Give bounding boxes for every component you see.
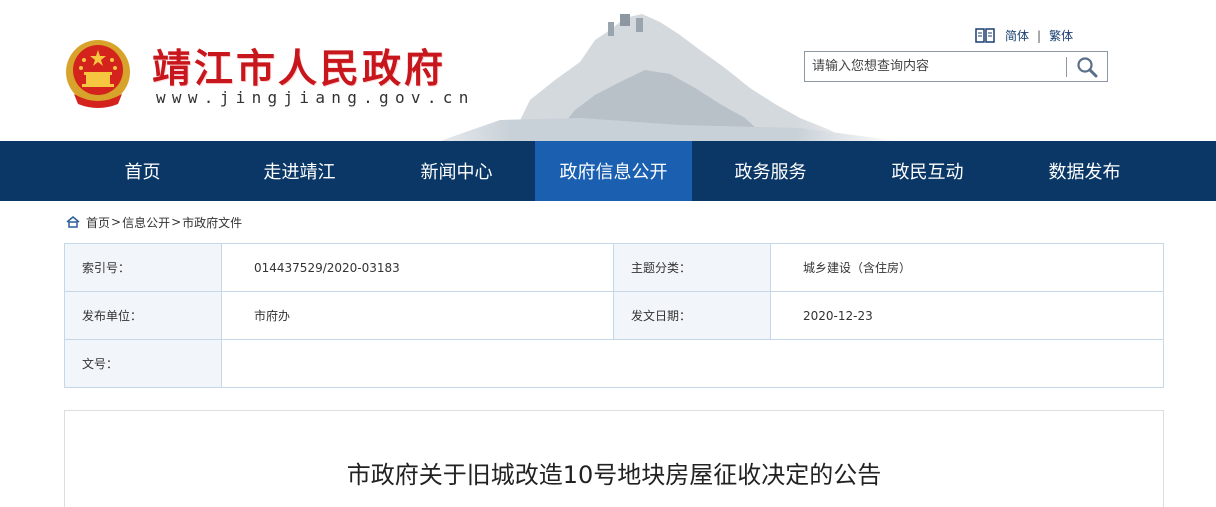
nav-home[interactable]: 首页 [64, 141, 221, 201]
traditional-chinese-link[interactable]: 繁体 [1049, 27, 1073, 44]
nav-news-center[interactable]: 新闻中心 [378, 141, 535, 201]
nav-gov-info-disclosure[interactable]: 政府信息公开 [535, 141, 692, 201]
book-icon [975, 27, 995, 43]
language-switcher: 简体 | 繁体 [975, 27, 1073, 44]
document-meta-table: 索引号： 014437529/2020-03183 主题分类： 城乡建设（含住房… [64, 243, 1164, 388]
document-title: 市政府关于旧城改造10号地块房屋征收决定的公告 [346, 461, 882, 489]
publisher-label: 发布单位： [64, 291, 222, 340]
topic-value: 城乡建设（含住房） [770, 243, 1164, 292]
site-header: 靖江市人民政府 www.jingjiang.gov.cn 简体 | 繁体 [0, 0, 1216, 141]
docno-value [221, 339, 1164, 388]
breadcrumb-city-gov-documents[interactable]: 市政府文件 [182, 214, 242, 231]
date-value: 2020-12-23 [770, 291, 1164, 340]
publisher-value: 市府办 [221, 291, 614, 340]
index-value: 014437529/2020-03183 [221, 243, 614, 292]
breadcrumb-separator: > [111, 215, 122, 229]
search-input[interactable] [805, 52, 1067, 81]
index-label: 索引号： [64, 243, 222, 292]
site-url: www.jingjiang.gov.cn [156, 88, 475, 107]
breadcrumb-home[interactable]: 首页 [86, 214, 110, 231]
home-icon [66, 216, 80, 228]
breadcrumb-separator: > [171, 215, 182, 229]
search-box [804, 51, 1108, 82]
simplified-chinese-link[interactable]: 简体 [1005, 27, 1029, 44]
breadcrumb-info-disclosure[interactable]: 信息公开 [122, 214, 170, 231]
document-content: 市政府关于旧城改造10号地块房屋征收决定的公告 [64, 410, 1164, 507]
national-emblem-logo [66, 40, 130, 108]
main-nav: 首页 走进靖江 新闻中心 政府信息公开 政务服务 政民互动 数据发布 [0, 141, 1216, 201]
nav-about-jingjiang[interactable]: 走进靖江 [221, 141, 378, 201]
table-row: 索引号： 014437529/2020-03183 主题分类： 城乡建设（含住房… [64, 243, 1164, 292]
date-label: 发文日期： [613, 291, 771, 340]
docno-label: 文号： [64, 339, 222, 388]
lang-separator: | [1037, 28, 1042, 43]
site-title[interactable]: 靖江市人民政府 [152, 38, 446, 94]
nav-public-interaction[interactable]: 政民互动 [849, 141, 1006, 201]
nav-gov-services[interactable]: 政务服务 [692, 141, 849, 201]
topic-label: 主题分类： [613, 243, 771, 292]
table-row: 发布单位： 市府办 发文日期： 2020-12-23 [64, 291, 1164, 340]
nav-data-release[interactable]: 数据发布 [1006, 141, 1163, 201]
search-button[interactable] [1067, 52, 1107, 81]
breadcrumb: 首页 > 信息公开 > 市政府文件 [0, 201, 1216, 243]
search-icon [1077, 56, 1098, 77]
table-row: 文号： [64, 339, 1164, 388]
